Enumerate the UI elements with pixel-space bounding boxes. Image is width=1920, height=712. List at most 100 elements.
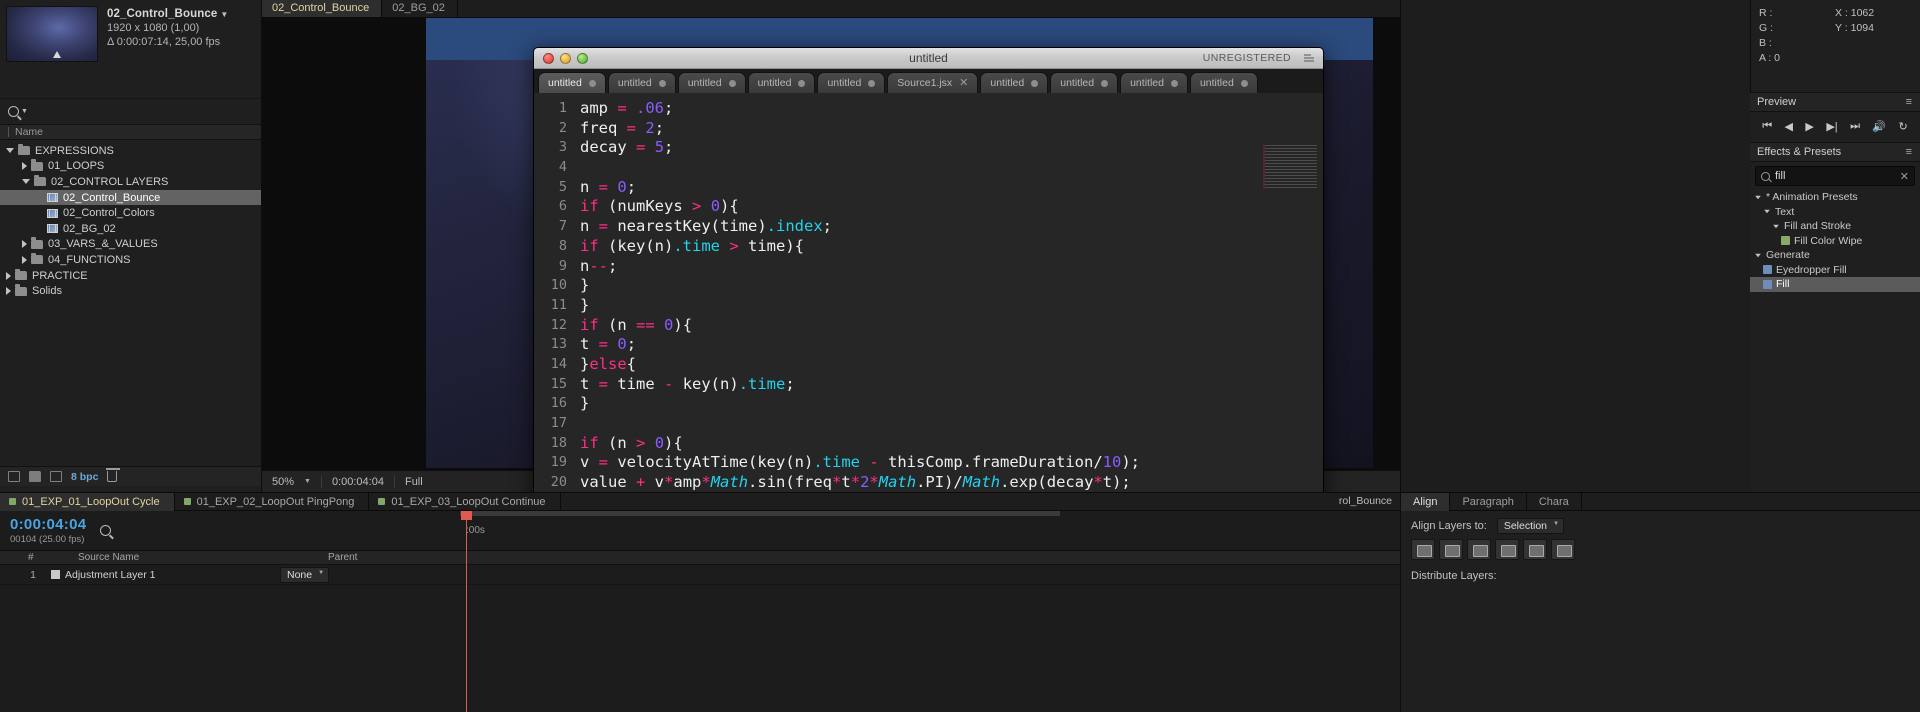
code-line[interactable]: 8 if (key(n).time > time){ [534,237,1323,257]
chevron-down-icon[interactable] [1764,210,1770,214]
layer-color-swatch[interactable] [51,570,60,579]
editor-tab[interactable]: untitled [1120,72,1188,93]
comp-name[interactable]: 02_Control_Bounce ▼ [107,8,228,20]
timeline-tab[interactable]: 01_EXP_01_LoopOut Cycle [0,492,175,511]
layer-parent-dropdown[interactable]: None [280,566,330,583]
chevron-right-icon[interactable] [6,271,11,280]
align-right-button[interactable] [1467,539,1491,560]
timeline-ruler[interactable]: :00s [460,511,1060,551]
code-line[interactable]: 17 [534,414,1323,434]
current-timecode[interactable]: 0:00:04:04 [10,516,86,533]
unsaved-indicator-icon[interactable] [728,79,736,87]
align-tab[interactable]: Align [1401,492,1451,511]
code-line[interactable]: 20 value + v*amp*Math.sin(freq*t*2*Math.P… [534,473,1323,493]
effect-list-item[interactable]: Generate [1750,248,1920,263]
align-horizontal-center-button[interactable] [1439,539,1463,560]
chevron-down-icon[interactable] [1773,224,1779,228]
code-line[interactable]: 16} [534,394,1323,414]
code-line[interactable]: 7n = nearestKey(time).index; [534,217,1323,237]
code-line[interactable]: 4 [534,158,1323,178]
unsaved-indicator-icon[interactable] [1101,79,1109,87]
code-line[interactable]: 6 if (numKeys > 0){ [534,197,1323,217]
chevron-right-icon[interactable] [22,240,27,249]
close-tab-icon[interactable]: ✕ [959,77,968,89]
chevron-down-icon[interactable]: ▼ [220,10,228,19]
project-item-folder[interactable]: 01_LOOPS [0,159,261,175]
project-item-comp[interactable]: 02_Control_Colors [0,205,261,221]
comp-thumbnail[interactable] [6,6,98,62]
chevron-right-icon[interactable] [22,255,27,264]
chevron-down-icon[interactable] [1755,253,1761,257]
previous-frame-button[interactable]: ◀ [1785,120,1793,133]
code-line[interactable]: 12 if (n == 0){ [534,316,1323,336]
next-frame-button[interactable]: ▶| [1826,120,1837,133]
project-item-folder[interactable]: 04_FUNCTIONS [0,252,261,268]
chevron-down-icon[interactable]: ▼ [304,478,311,485]
audio-icon[interactable]: 🔊 [1872,120,1886,133]
unsaved-indicator-icon[interactable] [1031,79,1039,87]
zoom-level[interactable]: 50% [272,476,294,488]
editor-tab[interactable]: untitled [1050,72,1119,93]
unsaved-indicator-icon[interactable] [588,79,596,87]
align-left-button[interactable] [1411,539,1435,560]
code-line[interactable]: 11} [534,296,1323,316]
code-line[interactable]: 2 freq = 2; [534,119,1323,139]
timeline-tab[interactable]: 01_EXP_02_LoopOut PingPong [175,492,370,511]
code-line[interactable]: 15 t = time - key(n).time; [534,375,1323,395]
bit-depth-label[interactable]: 8 bpc [71,471,98,483]
editor-tab[interactable]: untitled [817,72,886,93]
align-top-button[interactable] [1495,539,1519,560]
project-item-folder[interactable]: 02_CONTROL LAYERS [0,174,261,190]
editor-tab[interactable]: untitled [538,72,606,93]
code-line[interactable]: 1 amp = .06; [534,99,1323,119]
timeline-layer-row[interactable]: 1 Adjustment Layer 1 None [0,565,1400,585]
timeline-search-icon[interactable] [100,525,112,536]
project-item-folder[interactable]: Solids [0,283,261,299]
loop-button[interactable]: ↻ [1899,120,1908,133]
effects-search-input[interactable] [1775,170,1885,182]
composition-tab[interactable]: 02_Control_Bounce [262,0,383,17]
timeline-tab[interactable]: 01_EXP_03_LoopOut Continue [369,492,561,511]
effect-list-item[interactable]: Fill [1750,277,1920,292]
effect-list-item[interactable]: Fill Color Wipe [1750,234,1920,249]
chevron-down-icon[interactable] [22,179,30,185]
align-bottom-button[interactable] [1551,539,1575,560]
close-icon[interactable]: ✕ [1900,170,1909,183]
align-tab[interactable]: Paragraph [1450,492,1527,511]
viewer-timecode[interactable]: 0:00:04:04 [332,476,384,488]
project-item-folder[interactable]: EXPRESSIONS [0,143,261,159]
code-lines[interactable]: 1 amp = .06; 2 freq = 2; 3 decay = 5; 4 5 n = 0;… [534,93,1323,552]
code-line[interactable]: 13 t = 0; [534,335,1323,355]
chevron-down-icon[interactable]: ▼ [21,108,28,115]
editor-tab[interactable]: Source1.jsx ✕ [887,72,979,93]
code-line[interactable]: 9 n--; [534,257,1323,277]
editor-tab[interactable]: untitled [747,72,816,93]
effect-list-item[interactable]: * Animation Presets [1750,190,1920,205]
panel-menu-icon[interactable]: ≡ [1906,146,1913,158]
project-item-comp[interactable]: 02_Control_Bounce [0,189,261,206]
composition-tab[interactable]: 02_BG_02 [382,0,458,17]
panel-menu-icon[interactable]: ≡ [1906,96,1913,108]
project-settings-icon[interactable] [50,471,62,482]
code-line[interactable]: 18 if (n > 0){ [534,434,1323,454]
unsaved-indicator-icon[interactable] [658,79,666,87]
code-line[interactable]: 3 decay = 5; [534,138,1323,158]
delete-icon[interactable] [106,468,121,482]
last-frame-button[interactable]: ⏭ [1850,120,1860,133]
code-line[interactable]: 5n = 0; [534,178,1323,198]
search-icon[interactable] [8,106,19,117]
chevron-right-icon[interactable] [22,162,27,171]
unsaved-indicator-icon[interactable] [868,79,876,87]
unsaved-indicator-icon[interactable] [1170,79,1178,87]
project-search-row[interactable]: ▼ [0,98,261,124]
new-folder-icon[interactable] [29,471,41,482]
code-line[interactable]: 19 v = velocityAtTime(key(n).time - thisC… [534,453,1323,473]
editor-tab[interactable]: untitled [1189,72,1258,93]
editor-tab[interactable]: untitled [980,72,1049,93]
editor-tab[interactable]: untitled [677,72,746,93]
play-button[interactable]: ▶ [1805,120,1813,133]
align-vertical-center-button[interactable] [1523,539,1547,560]
effect-list-item[interactable]: Text [1750,205,1920,220]
timeline-right-tab-label[interactable]: rol_Bounce [1339,495,1392,507]
editor-tab[interactable]: untitled [607,72,676,93]
